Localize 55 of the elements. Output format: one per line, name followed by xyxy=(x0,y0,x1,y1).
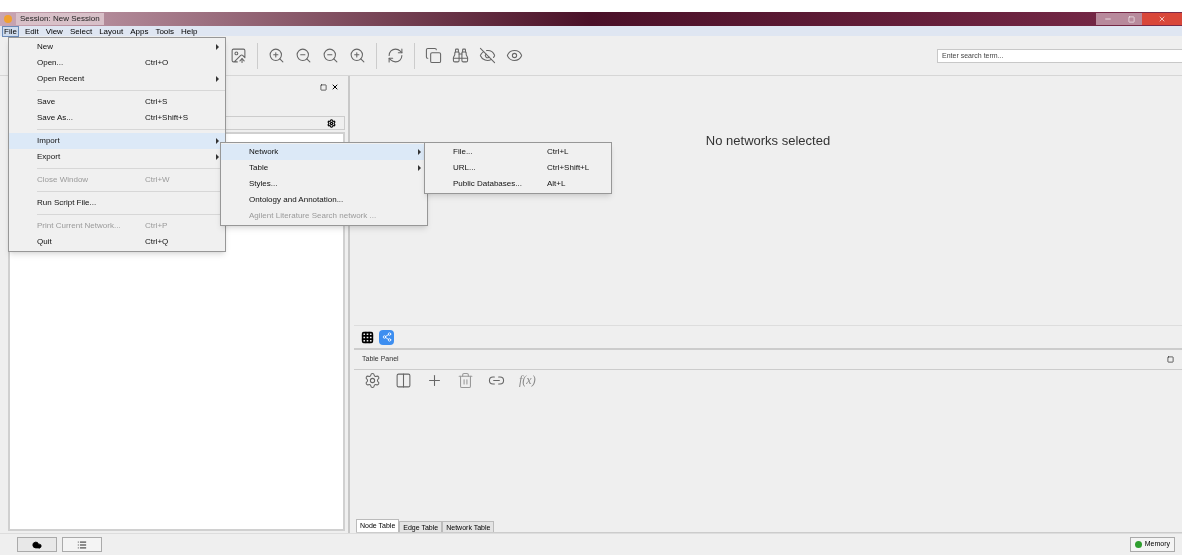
table-view-button[interactable] xyxy=(360,329,375,345)
cloud-button[interactable] xyxy=(17,537,57,552)
menu-item[interactable]: Public Databases... Alt+L xyxy=(425,176,611,192)
zoom-fit-icon[interactable] xyxy=(322,47,339,64)
app-icon xyxy=(4,15,12,23)
submenu-arrow-icon xyxy=(216,76,219,82)
window-title: Session: New Session xyxy=(16,13,104,25)
settings-icon[interactable] xyxy=(327,118,336,128)
refresh-icon[interactable] xyxy=(387,47,404,64)
float-panel-icon[interactable] xyxy=(320,83,327,91)
submenu-arrow-icon xyxy=(418,149,421,155)
share-icon xyxy=(381,332,392,342)
float-panel-icon[interactable] xyxy=(1167,356,1174,363)
empty-message: No networks selected xyxy=(705,131,831,150)
submenu-arrow-icon xyxy=(216,44,219,50)
menu-item[interactable]: File... Ctrl+L xyxy=(425,144,611,160)
menu-item[interactable]: Open Recent xyxy=(9,71,225,87)
menu-item[interactable]: Quit Ctrl+Q xyxy=(9,234,225,250)
submenu-arrow-icon xyxy=(418,165,421,171)
hide-icon[interactable] xyxy=(479,47,496,64)
grid-icon xyxy=(361,330,374,344)
show-icon[interactable] xyxy=(506,47,523,64)
zoom-out-icon[interactable] xyxy=(295,47,312,64)
menu-bar-item[interactable]: File xyxy=(2,25,19,37)
menu-item[interactable]: Table xyxy=(221,160,427,176)
menu-item[interactable]: Import xyxy=(9,133,225,149)
menu-bar-item[interactable]: Tools xyxy=(154,26,176,36)
export-image-icon[interactable] xyxy=(230,47,247,64)
cloud-icon xyxy=(32,539,42,550)
menu-item[interactable]: Network xyxy=(221,144,427,160)
menu-item[interactable]: Save As... Ctrl+Shift+S xyxy=(9,110,225,126)
menu-item[interactable]: New xyxy=(9,39,225,55)
menu-item[interactable]: URL... Ctrl+Shift+L xyxy=(425,160,611,176)
maximize-icon xyxy=(1127,15,1135,23)
zoom-in-icon[interactable] xyxy=(268,47,285,64)
close-icon xyxy=(1158,15,1166,23)
close-panel-icon[interactable] xyxy=(331,83,339,91)
menu-item[interactable]: Open... Ctrl+O xyxy=(9,55,225,71)
menu-item[interactable]: Save Ctrl+S xyxy=(9,94,225,110)
menu-item[interactable]: Styles... xyxy=(221,176,427,192)
menu-bar-item[interactable]: Select xyxy=(68,26,94,36)
copy-icon[interactable] xyxy=(425,47,442,64)
binoculars-icon[interactable] xyxy=(452,47,469,64)
menu-bar-item[interactable]: Help xyxy=(180,26,199,36)
columns-icon[interactable] xyxy=(395,371,412,389)
menu-bar-item[interactable]: Edit xyxy=(23,26,40,36)
delete-icon[interactable] xyxy=(457,371,474,389)
zoom-selected-icon[interactable] xyxy=(349,47,366,64)
minimize-icon xyxy=(1104,15,1112,23)
list-button[interactable] xyxy=(62,537,102,552)
menu-bar-item[interactable]: Apps xyxy=(129,26,150,36)
menu-item[interactable]: Ontology and Annotation... xyxy=(221,192,427,208)
menu-bar-item[interactable]: View xyxy=(44,26,64,36)
menu-bar-item[interactable]: Layout xyxy=(98,26,125,36)
list-icon xyxy=(77,539,87,550)
